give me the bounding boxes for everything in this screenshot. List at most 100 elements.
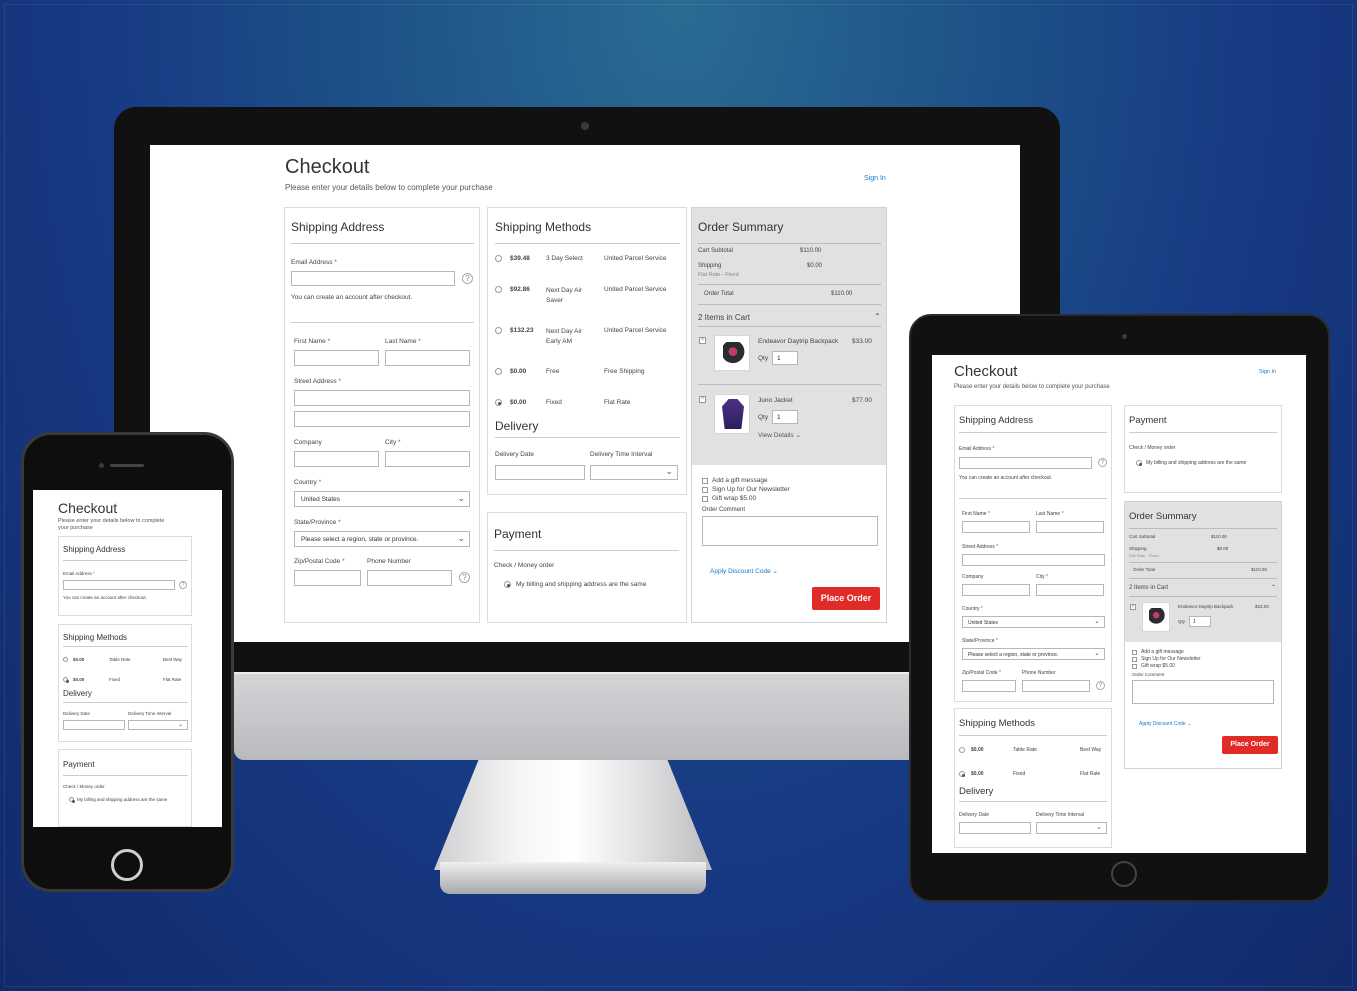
cart-subtotal-label: Cart Subtotal: [1129, 534, 1156, 539]
chevron-up-icon[interactable]: ⌃: [874, 312, 881, 321]
delivery-heading: Delivery: [959, 786, 994, 797]
help-icon[interactable]: ?: [1098, 458, 1107, 467]
city-field[interactable]: [1036, 584, 1104, 596]
qty-field[interactable]: 1: [1189, 616, 1211, 627]
shipping-radio-selected[interactable]: [495, 399, 502, 406]
divider: [959, 498, 1107, 499]
order-summary-heading: Order Summary: [698, 220, 881, 244]
qty-field[interactable]: 1: [772, 351, 798, 365]
shipping-radio[interactable]: [495, 368, 502, 375]
delivery-heading: Delivery: [63, 689, 92, 698]
delivery-interval-select[interactable]: ⌄: [128, 720, 188, 730]
delivery-interval-select[interactable]: ⌄: [1036, 822, 1107, 834]
item-price: $33.00: [1255, 604, 1269, 609]
monitor-foot: [440, 862, 706, 894]
gift-wrap-checkbox[interactable]: [702, 496, 708, 502]
street-field-1[interactable]: [294, 390, 470, 406]
remove-item-icon[interactable]: ×: [699, 337, 706, 344]
order-comment-field[interactable]: [1132, 680, 1274, 704]
country-select[interactable]: United States ⌄: [294, 491, 470, 507]
camera-icon: [1122, 334, 1127, 339]
chevron-down-icon: ⌄: [177, 722, 183, 728]
page-title: Checkout: [58, 500, 118, 516]
order-comment-field[interactable]: [702, 516, 878, 546]
tablet-screen: Checkout Please enter your details below…: [932, 355, 1306, 853]
tablet-home-button[interactable]: [1111, 861, 1137, 887]
state-select[interactable]: Please select a region, state or provinc…: [962, 648, 1105, 660]
chevron-up-icon[interactable]: ⌃: [1271, 584, 1276, 591]
same-address-checkbox[interactable]: [504, 581, 511, 588]
last-name-field[interactable]: [1036, 521, 1104, 533]
apply-discount-link[interactable]: Apply Discount Code ⌄: [1139, 721, 1191, 727]
apply-discount-link[interactable]: Apply Discount Code ⌄: [710, 567, 778, 575]
gift-message-checkbox[interactable]: [702, 478, 708, 484]
shipping-radio[interactable]: [495, 327, 502, 334]
shipping-radio[interactable]: [495, 255, 502, 262]
help-icon[interactable]: ?: [1096, 681, 1105, 690]
email-field[interactable]: [63, 580, 175, 590]
phone-field[interactable]: [367, 570, 452, 586]
zip-field[interactable]: [962, 680, 1016, 692]
shipping-radio[interactable]: [63, 657, 68, 662]
gift-wrap-label: Gift wrap $5.00: [712, 495, 757, 502]
delivery-date-field[interactable]: [959, 822, 1031, 834]
sign-in-link[interactable]: Sign In: [1259, 369, 1276, 375]
help-icon[interactable]: ?: [462, 273, 473, 284]
shipping-radio[interactable]: [495, 286, 502, 293]
qty-field[interactable]: 1: [772, 410, 798, 424]
company-field[interactable]: [962, 584, 1030, 596]
street-field[interactable]: [962, 554, 1105, 566]
shipping-radio[interactable]: [959, 747, 965, 753]
newsletter-checkbox[interactable]: [702, 487, 708, 493]
email-field[interactable]: [291, 271, 455, 286]
shipping-carrier: United Parcel Service: [604, 255, 667, 262]
divider: [698, 284, 881, 285]
last-name-label: Last Name *: [385, 338, 421, 345]
first-name-field[interactable]: [962, 521, 1030, 533]
items-in-cart[interactable]: 2 Items in Cart: [1129, 585, 1168, 591]
qty-label: Qty: [758, 355, 769, 362]
help-icon[interactable]: ?: [459, 572, 470, 583]
same-address-checkbox[interactable]: [69, 797, 75, 803]
account-note: You can create an account after checkout…: [63, 595, 147, 600]
phone-home-button[interactable]: [111, 849, 143, 881]
shipping-carrier: Best Way: [1080, 747, 1102, 753]
first-name-field[interactable]: [294, 350, 379, 366]
delivery-interval-select[interactable]: ⌄: [590, 465, 678, 480]
delivery-heading: Delivery: [495, 419, 539, 433]
account-note: You can create an account after checkout…: [291, 294, 413, 301]
place-order-button[interactable]: Place Order: [812, 587, 880, 610]
shipping-price: $0.00: [971, 771, 984, 777]
country-select[interactable]: United States ⌄: [962, 616, 1105, 628]
street-field-2[interactable]: [294, 411, 470, 427]
phone-speaker: [110, 464, 144, 467]
state-select[interactable]: Please select a region, state or provinc…: [294, 531, 470, 547]
shipping-carrier: Flat Rate: [1080, 771, 1101, 777]
shipping-radio-selected[interactable]: [63, 677, 69, 683]
newsletter-checkbox[interactable]: [1132, 657, 1137, 662]
same-address-checkbox[interactable]: [1136, 460, 1142, 466]
gift-wrap-checkbox[interactable]: [1132, 664, 1137, 669]
sign-in-link[interactable]: Sign In: [864, 175, 886, 182]
phone-field[interactable]: [1022, 680, 1090, 692]
place-order-button[interactable]: Place Order: [1222, 736, 1278, 754]
shipping-radio-selected[interactable]: [959, 771, 965, 777]
payment-heading: Payment: [1129, 415, 1277, 433]
order-comment-label: Order Comment: [702, 507, 746, 513]
delivery-date-field[interactable]: [495, 465, 585, 480]
item-name: Endeavor Daytrip Backpack: [758, 338, 839, 345]
help-icon[interactable]: ?: [179, 581, 187, 589]
company-field[interactable]: [294, 451, 379, 467]
email-field[interactable]: [959, 457, 1092, 469]
zip-field[interactable]: [294, 570, 361, 586]
items-in-cart[interactable]: 2 Items in Cart: [698, 313, 750, 322]
order-total-label: Order Total: [704, 291, 734, 297]
gift-message-checkbox[interactable]: [1132, 650, 1137, 655]
city-field[interactable]: [385, 451, 470, 467]
remove-item-icon[interactable]: ×: [699, 396, 706, 403]
remove-item-icon[interactable]: ×: [1130, 604, 1136, 610]
shipping-methods-heading: Shipping Methods: [495, 220, 680, 244]
view-details-link[interactable]: View Details ⌄: [758, 431, 801, 439]
last-name-field[interactable]: [385, 350, 470, 366]
delivery-date-field[interactable]: [63, 720, 125, 730]
